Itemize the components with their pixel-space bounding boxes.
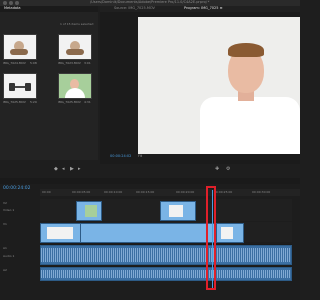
timeline-tabbar bbox=[0, 178, 300, 184]
media-thumbnail[interactable] bbox=[3, 73, 37, 99]
selection-info: 1 of 15 items selected bbox=[60, 22, 94, 26]
project-tabbar: Metadata bbox=[0, 6, 98, 12]
track-label-v2[interactable]: V2 bbox=[3, 201, 7, 205]
audio-track-a1 bbox=[40, 244, 292, 265]
step-back-icon[interactable]: ◂ bbox=[62, 166, 65, 172]
video-frame bbox=[138, 17, 300, 154]
media-thumbnail[interactable] bbox=[58, 34, 92, 60]
timeline-clip[interactable] bbox=[160, 201, 196, 221]
track-label-a1[interactable]: A1 bbox=[3, 246, 7, 250]
person-hair bbox=[228, 43, 264, 57]
ruler-tick: 00:00:15:00 bbox=[136, 190, 155, 194]
marker-icon[interactable]: ◆ bbox=[54, 166, 58, 172]
track-label-a2[interactable]: A2 bbox=[3, 268, 7, 272]
wrench-icon[interactable]: ✚ bbox=[215, 166, 219, 172]
timeline-clip[interactable] bbox=[80, 223, 218, 243]
audio-track-a2 bbox=[40, 266, 292, 281]
timeline-clip[interactable] bbox=[216, 223, 244, 243]
maximize-window-icon[interactable] bbox=[15, 1, 19, 5]
clip-duration: 4:31 bbox=[84, 100, 91, 104]
ruler-tick: 00:00:20:00 bbox=[176, 190, 195, 194]
media-thumbnail[interactable] bbox=[3, 34, 37, 60]
ruler-tick: 00:00:05:00 bbox=[72, 190, 91, 194]
clip-duration: 3:01 bbox=[84, 61, 91, 65]
settings-icon[interactable]: ⚙ bbox=[226, 166, 230, 172]
video-track-v1 bbox=[40, 222, 292, 243]
tab-program[interactable]: Program: IMG_7025 ≡ bbox=[184, 6, 223, 10]
media-thumbnail[interactable] bbox=[58, 73, 92, 99]
ruler-tick: 00:00:30:00 bbox=[252, 190, 271, 194]
ruler-tick: 00:00:25:00 bbox=[214, 190, 233, 194]
close-window-icon[interactable] bbox=[3, 1, 7, 5]
clip-duration: 5:08 bbox=[30, 61, 37, 65]
track-label-v1[interactable]: V1 bbox=[3, 222, 7, 226]
track-name: Audio 1 bbox=[3, 254, 15, 258]
play-icon[interactable]: ▶ bbox=[70, 166, 74, 172]
ruler-tick: 00:00 bbox=[42, 190, 51, 194]
timeline-clip[interactable] bbox=[40, 223, 82, 243]
track-name: Video 1 bbox=[3, 208, 15, 212]
ruler-tick: 00:00:10:00 bbox=[104, 190, 123, 194]
window-title: /Users/Dominik/Documents/Adobe/Premiere … bbox=[90, 0, 210, 4]
highlight-box bbox=[206, 186, 216, 290]
clip-name: IMG_7025.MOV bbox=[58, 100, 81, 104]
person-shirt bbox=[200, 97, 300, 154]
timeline-clip[interactable] bbox=[76, 201, 102, 221]
audio-clip[interactable] bbox=[40, 245, 292, 265]
program-timecode[interactable]: 00:00:24:02 bbox=[110, 154, 131, 158]
monitor-tabbar: Source: IMG_7025.MOV Program: IMG_7025 ≡ bbox=[100, 6, 300, 12]
fit-select[interactable]: Fit bbox=[138, 154, 142, 158]
tab-metadata[interactable]: Metadata bbox=[4, 6, 21, 10]
step-forward-icon[interactable]: ▸ bbox=[78, 166, 81, 172]
minimize-window-icon[interactable] bbox=[9, 1, 13, 5]
project-panel: Metadata 1 of 15 items selected IMG_7024… bbox=[0, 6, 98, 160]
clip-name: IMG_7025.MOV bbox=[3, 100, 26, 104]
clip-name: IMG_7023.MOV bbox=[58, 61, 81, 65]
tab-source[interactable]: Source: IMG_7025.MOV bbox=[114, 6, 155, 10]
clip-duration: 5:29 bbox=[30, 100, 37, 104]
video-track-v2 bbox=[40, 199, 292, 221]
program-monitor: Source: IMG_7025.MOV Program: IMG_7025 ≡ bbox=[100, 6, 300, 164]
audio-clip[interactable] bbox=[40, 267, 292, 281]
timeline-timecode[interactable]: 00:00:24:02 bbox=[3, 186, 30, 191]
clip-name: IMG_7024.MOV bbox=[3, 61, 26, 65]
